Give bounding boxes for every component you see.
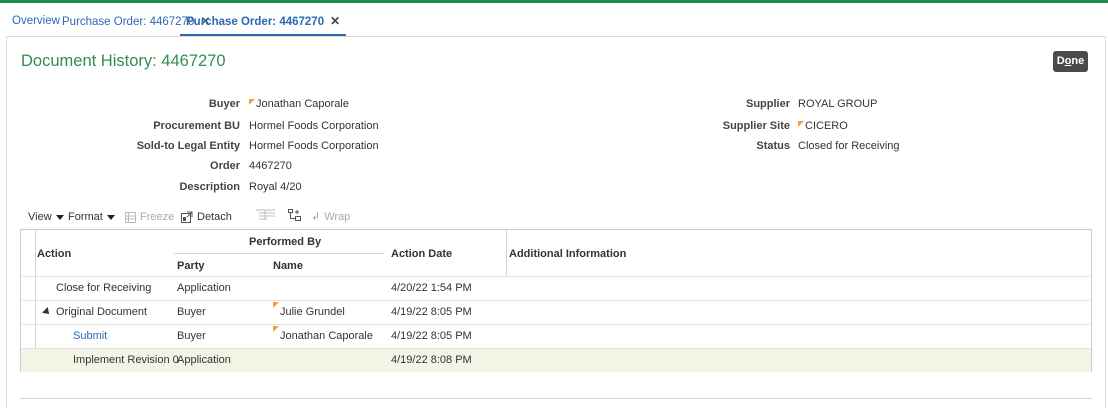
action-cell: Original Document: [42, 301, 147, 324]
tab-label: Overview: [12, 15, 60, 27]
party-cell: Buyer: [177, 306, 206, 318]
action-cell: Implement Revision 0: [73, 354, 179, 366]
flag-icon: [249, 99, 255, 105]
status-value: Closed for Receiving: [798, 140, 900, 152]
table-row[interactable]: Original Document Buyer Julie Grundel 4/…: [21, 300, 1091, 324]
detach-button[interactable]: Detach: [181, 209, 232, 225]
table-row[interactable]: Submit Buyer Jonathan Caporale 4/19/22 8…: [21, 324, 1091, 348]
close-icon[interactable]: ✕: [330, 14, 340, 28]
date-cell: 4/20/22 1:54 PM: [391, 282, 472, 294]
date-cell: 4/19/22 8:05 PM: [391, 330, 472, 342]
table-toolbar: View Format Freeze Detach ↲ Wrap: [28, 209, 428, 225]
description-value: Royal 4/20: [249, 181, 302, 193]
action-cell: Close for Receiving: [56, 282, 152, 294]
table-row-selected[interactable]: Implement Revision 0 Application 4/19/22…: [21, 348, 1091, 372]
buyer-label: Buyer: [208, 98, 240, 110]
sold-to-legal-entity-value: Hormel Foods Corporation: [249, 140, 379, 152]
history-table: Action Performed By Party Name Action Da…: [20, 229, 1092, 372]
hierarchy-button[interactable]: [288, 209, 301, 225]
caret-down-icon: [55, 214, 64, 220]
caret-down-icon: [106, 214, 115, 220]
freeze-button[interactable]: Freeze: [125, 209, 174, 225]
format-menu[interactable]: Format: [68, 209, 115, 225]
name-cell[interactable]: Julie Grundel: [273, 301, 345, 324]
date-cell: 4/19/22 8:05 PM: [391, 306, 472, 318]
supplier-value: ROYAL GROUP: [798, 98, 878, 110]
flag-icon: [798, 121, 804, 127]
procurement-bu-value: Hormel Foods Corporation: [249, 120, 379, 132]
column-divider: [506, 230, 507, 276]
hierarchy-icon: [288, 209, 301, 221]
tab-label: Purchase Order: 4467270: [186, 16, 325, 28]
expand-toggle-icon[interactable]: [42, 307, 52, 318]
wrap-button[interactable]: ↲ Wrap: [311, 209, 350, 225]
supplier-site-value[interactable]: CICERO: [798, 120, 848, 132]
column-header-performed-by: Performed By: [249, 236, 322, 248]
expand-all-button[interactable]: [264, 209, 275, 225]
view-menu[interactable]: View: [28, 209, 64, 225]
page-title: Document History: 4467270: [21, 52, 226, 70]
top-accent-bar: [0, 0, 1108, 3]
sold-to-legal-entity-label: Sold-to Legal Entity: [136, 140, 240, 152]
done-button[interactable]: Done: [1053, 51, 1088, 72]
bottom-divider: [20, 398, 1092, 399]
party-cell: Buyer: [177, 330, 206, 342]
detach-icon: [181, 211, 193, 224]
group-header-divider: [174, 253, 384, 254]
status-label: Status: [756, 140, 790, 152]
date-cell: 4/19/22 8:08 PM: [391, 354, 472, 366]
order-value: 4467270: [249, 160, 292, 172]
column-header-additional-info[interactable]: Additional Information: [509, 248, 626, 260]
buyer-value[interactable]: Jonathan Caporale: [249, 98, 349, 110]
expand-all-icon: [264, 209, 275, 220]
tab-purchase-order-2[interactable]: Purchase Order: 4467270 ✕: [180, 10, 347, 36]
tab-label: Purchase Order: 4467270: [62, 16, 195, 28]
name-cell[interactable]: Jonathan Caporale: [273, 325, 373, 348]
flag-icon: [273, 302, 279, 308]
column-header-name[interactable]: Name: [273, 260, 303, 272]
table-row[interactable]: Close for Receiving Application 4/20/22 …: [21, 276, 1091, 300]
column-header-party[interactable]: Party: [177, 260, 205, 272]
wrap-icon: ↲: [311, 211, 321, 223]
freeze-icon: [125, 211, 136, 223]
column-header-action-date[interactable]: Action Date: [391, 248, 452, 260]
flag-icon: [273, 326, 279, 332]
order-label: Order: [210, 160, 240, 172]
tab-overview[interactable]: Overview: [12, 10, 60, 36]
column-header-action[interactable]: Action: [37, 248, 71, 260]
party-cell: Application: [177, 354, 231, 366]
action-link[interactable]: Submit: [73, 325, 107, 348]
procurement-bu-label: Procurement BU: [153, 120, 240, 132]
tab-bar: Overview Purchase Order: 4467270 ✕ Purcha…: [0, 10, 1108, 36]
description-label: Description: [179, 181, 240, 193]
party-cell: Application: [177, 282, 231, 294]
supplier-site-label: Supplier Site: [722, 120, 790, 132]
supplier-label: Supplier: [745, 98, 790, 110]
